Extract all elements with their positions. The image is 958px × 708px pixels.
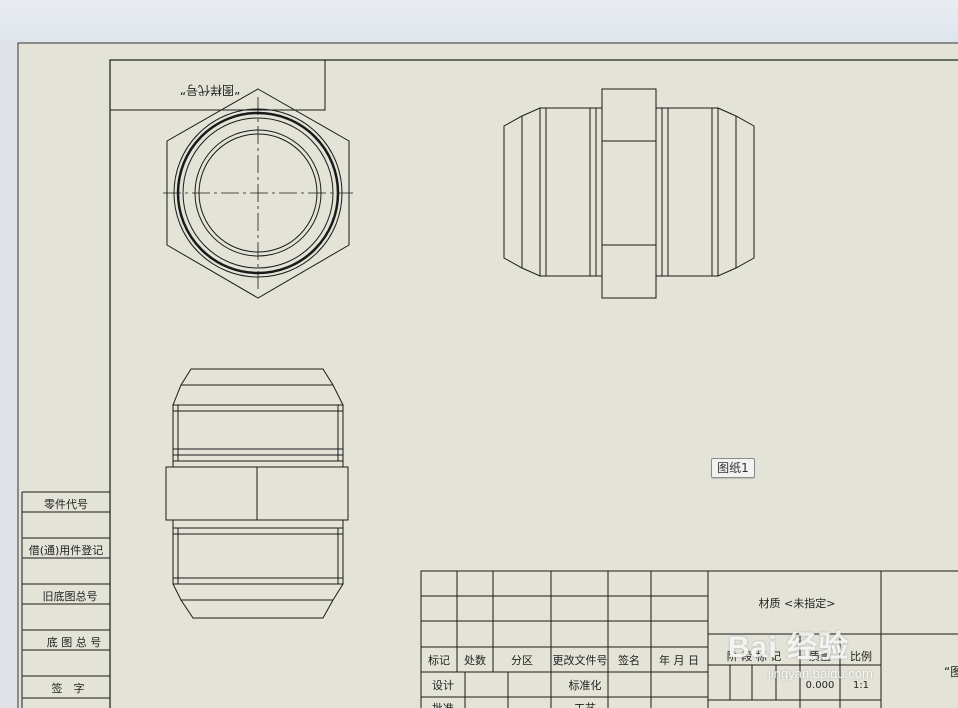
side-row-part-code: 零件代号 [44,498,88,511]
tb-scale-value: 1:1 [853,680,869,691]
side-row-borrowed-parts: 借(通)用件登记 [29,543,104,557]
side-row-base-number: 底 图 总 号 [47,635,102,649]
tb-stage-mark-header: 阶 段 标 记 [727,649,782,663]
drawing-sheet: “图样代号” 零件代号 借(通)用件登记 旧底图总号 底 图 总 号 签 字 标… [17,42,958,708]
right-edge-label: “图 [944,665,958,679]
drawing-code-label: “图样代号” [180,83,240,98]
tb-design-label: 设计 [432,679,454,692]
tb-standardization-label: 标准化 [569,678,602,692]
tb-header-change-doc: 更改文件号 [553,653,608,667]
tb-mass-header: 质量 [809,650,831,663]
tb-header-zone: 分区 [511,654,533,667]
tb-header-date: 年 月 日 [659,653,699,667]
tb-header-signature: 签名 [618,653,640,667]
side-row-signature: 签 字 [52,681,85,695]
tb-header-mark: 标记 [428,653,450,667]
side-row-old-base-number: 旧底图总号 [43,589,98,603]
tb-header-count: 处数 [464,654,486,667]
tb-approve-label: 批准 [432,701,454,708]
tb-mass-value: 0.000 [806,680,835,691]
tb-material: 材质 <未指定> [759,596,836,610]
sheet-tab-label[interactable]: 图纸1 [711,458,755,478]
tb-process-label: 工艺 [574,702,596,708]
tb-scale-header: 比例 [850,649,872,663]
